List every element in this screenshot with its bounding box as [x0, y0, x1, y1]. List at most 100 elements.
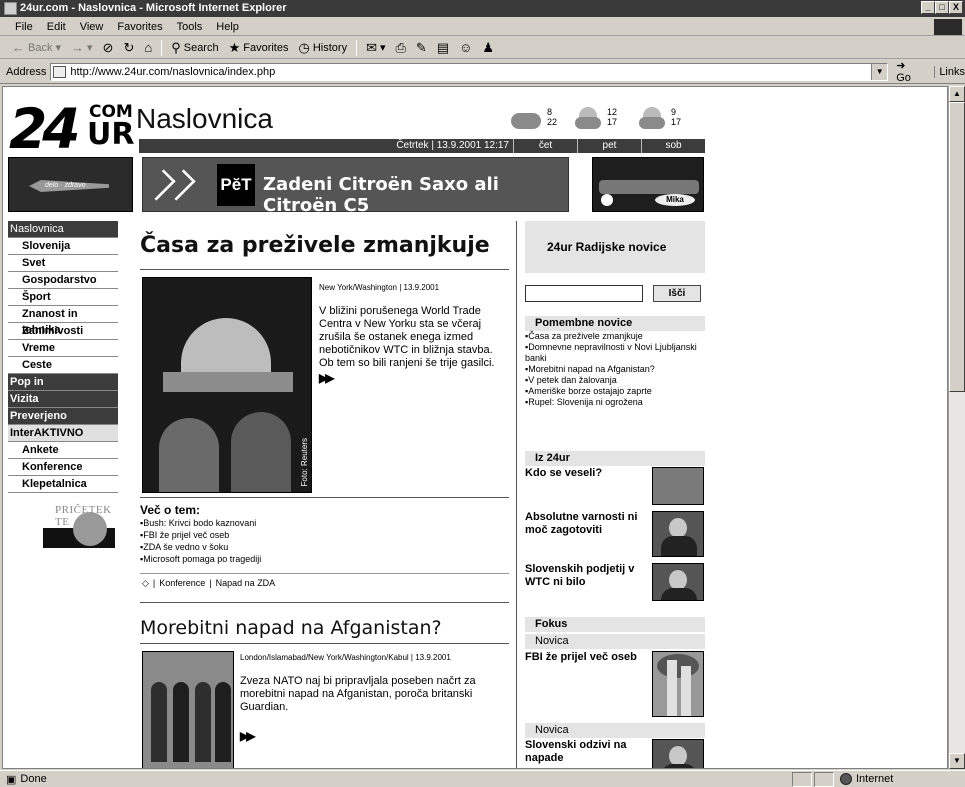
news-link[interactable]: Morebitni napad na Afganistan?: [525, 364, 705, 375]
banner-left-text: delo · zdravo: [45, 182, 86, 189]
address-dropdown-icon[interactable]: ▼: [871, 63, 888, 80]
second-headline[interactable]: Morebitni napad na Afganistan?: [140, 617, 442, 639]
vertical-scrollbar[interactable]: ▲ ▼: [948, 86, 965, 769]
news-link[interactable]: Domnevne nepravilnosti v Novi Ljubljansk…: [525, 342, 705, 364]
nav-vizita[interactable]: Vizita: [8, 391, 118, 408]
menu-edit[interactable]: Edit: [40, 21, 73, 33]
related-link[interactable]: Microsoft pomaga po tragediji: [140, 553, 261, 565]
capitol-base-image: [163, 372, 293, 392]
maximize-button[interactable]: □: [935, 1, 949, 14]
ad-banner-left[interactable]: delo · zdravo: [8, 157, 133, 212]
weather-day-2: 12 17: [571, 103, 633, 137]
home-button[interactable]: ⌂: [140, 38, 156, 58]
address-input[interactable]: http://www.24ur.com/naslovnica/index.php…: [50, 62, 889, 81]
news-link[interactable]: Rupel: Slovenija ni ogrožena: [525, 397, 705, 408]
status-text-area: ▣ Done: [0, 773, 790, 786]
column-divider: [516, 221, 517, 768]
site-logo[interactable]: 24 COM UR: [9, 101, 134, 157]
body-image: [661, 588, 697, 600]
weather-forecast[interactable]: 8 22 12 17 9 17: [511, 103, 705, 137]
research-button[interactable]: ♟: [478, 38, 498, 58]
read-more-arrow-icon[interactable]: ▶▶: [240, 729, 256, 743]
scroll-down-icon[interactable]: ▼: [949, 753, 965, 769]
crowd-photo: [652, 467, 704, 505]
promo-banner[interactable]: PRIČETEK TE: [43, 498, 121, 556]
minimize-button[interactable]: _: [921, 1, 935, 14]
related-link[interactable]: Bush: Krivci bodo kaznovani: [140, 517, 261, 529]
nav-konference[interactable]: Konference: [8, 459, 118, 476]
scroll-thumb[interactable]: [949, 102, 965, 392]
nav-pop-in[interactable]: Pop in: [8, 374, 118, 391]
nav-zanimivosti[interactable]: Zanimivosti: [8, 323, 118, 340]
nav-klepetalnica[interactable]: Klepetalnica: [8, 476, 118, 493]
ad-banner-right[interactable]: Mika: [592, 157, 704, 212]
news-link[interactable]: Ameriške borze ostajajo zaprte: [525, 386, 705, 397]
news-link[interactable]: V petek dan žalovanja: [525, 375, 705, 386]
menu-tools[interactable]: Tools: [170, 21, 210, 33]
favorites-button[interactable]: ★ Favorites: [225, 38, 293, 58]
links-button[interactable]: Links: [934, 65, 965, 78]
menu-view[interactable]: View: [73, 21, 111, 33]
nav-vreme[interactable]: Vreme: [8, 340, 118, 357]
related-link[interactable]: ZDA še vedno v šoku: [140, 541, 261, 553]
menu-favorites[interactable]: Favorites: [110, 21, 169, 33]
mail-button[interactable]: ✉ ▾: [362, 38, 389, 58]
address-label: Address: [6, 65, 47, 78]
iz-24ur-item[interactable]: Kdo se veseli?: [525, 467, 705, 507]
head-image: [669, 570, 687, 590]
status-cell: [814, 771, 834, 787]
search-input[interactable]: [525, 285, 643, 302]
iz-24ur-item[interactable]: Absolutne varnosti ni moč zagotoviti: [525, 511, 705, 559]
lead-headline[interactable]: Časa za preživele zmanjkuje: [140, 233, 490, 258]
menu-help[interactable]: Help: [209, 21, 246, 33]
scroll-up-icon[interactable]: ▲: [949, 86, 965, 102]
nav-svet[interactable]: Svet: [8, 255, 118, 272]
conference-link[interactable]: Konference: [159, 578, 205, 589]
second-photo[interactable]: [142, 651, 234, 768]
fokus-item[interactable]: Slovenski odzivi na napade: [525, 739, 705, 768]
nav-znanost-in-tehnika[interactable]: Znanost in tehnika: [8, 306, 118, 336]
history-button[interactable]: ◷ History: [295, 38, 352, 58]
print-button[interactable]: ⎙: [392, 38, 410, 58]
pet-logo: PĕT: [217, 164, 255, 206]
portrait-photo: [652, 739, 704, 768]
temp-high: 9: [671, 107, 677, 117]
messenger-button[interactable]: ☺: [455, 38, 476, 58]
nav-preverjeno[interactable]: Preverjeno: [8, 408, 118, 425]
window-titlebar: 24ur.com - Naslovnica - Microsoft Intern…: [0, 0, 965, 17]
forward-button[interactable]: → ▾: [67, 38, 97, 58]
nav-ceste[interactable]: Ceste: [8, 357, 118, 374]
nav-ankete[interactable]: Ankete: [8, 442, 118, 459]
news-link[interactable]: Časa za preživele zmanjkuje: [525, 331, 705, 342]
nav-slovenija[interactable]: Slovenija: [8, 238, 118, 255]
search-button[interactable]: Išči: [653, 285, 701, 302]
stop-button[interactable]: ⊘: [99, 38, 118, 58]
nav-gospodarstvo[interactable]: Gospodarstvo: [8, 272, 118, 289]
head-image: [669, 746, 687, 766]
search-button[interactable]: ⚲ Search: [167, 38, 222, 58]
nav-naslovnica[interactable]: Naslovnica: [8, 221, 118, 238]
promo-text: PRIČETEK TE: [55, 504, 112, 528]
back-button[interactable]: ← Back ▾: [8, 38, 65, 58]
refresh-button[interactable]: ↻: [119, 38, 138, 58]
nav-interaktivno[interactable]: InterAKTIVNO: [8, 425, 118, 442]
close-button[interactable]: X: [949, 1, 963, 14]
iz-24ur-title: Kdo se veseli?: [525, 467, 603, 479]
ad-banner-citroen[interactable]: PĕT Zadeni Citroën Saxo ali Citroën C5: [142, 157, 569, 216]
menu-file[interactable]: File: [8, 21, 40, 33]
go-button[interactable]: ➜ Go: [896, 59, 922, 84]
print-icon: ⎙: [395, 40, 406, 55]
iz-24ur-item[interactable]: Slovenskih podjetij v WTC ni bilo: [525, 563, 705, 603]
discuss-button[interactable]: ▤: [433, 38, 453, 58]
read-more-arrow-icon[interactable]: ▶▶: [319, 371, 335, 385]
fokus-item[interactable]: FBI že prijel več oseb: [525, 651, 705, 721]
favorites-label: Favorites: [243, 41, 289, 54]
banner-right-text: Mika: [655, 194, 695, 206]
nav-sport[interactable]: Šport: [8, 289, 118, 306]
fokus-title: FBI že prijel več oseb: [525, 651, 637, 663]
conference-topic-link[interactable]: Napad na ZDA: [216, 578, 276, 589]
edit-button[interactable]: ✎: [412, 38, 431, 58]
radio-news-link[interactable]: 24ur Radijske novice: [525, 221, 705, 273]
related-link[interactable]: FBI že prijel več oseb: [140, 529, 261, 541]
lead-photo[interactable]: Foto: Reuters: [142, 277, 312, 493]
